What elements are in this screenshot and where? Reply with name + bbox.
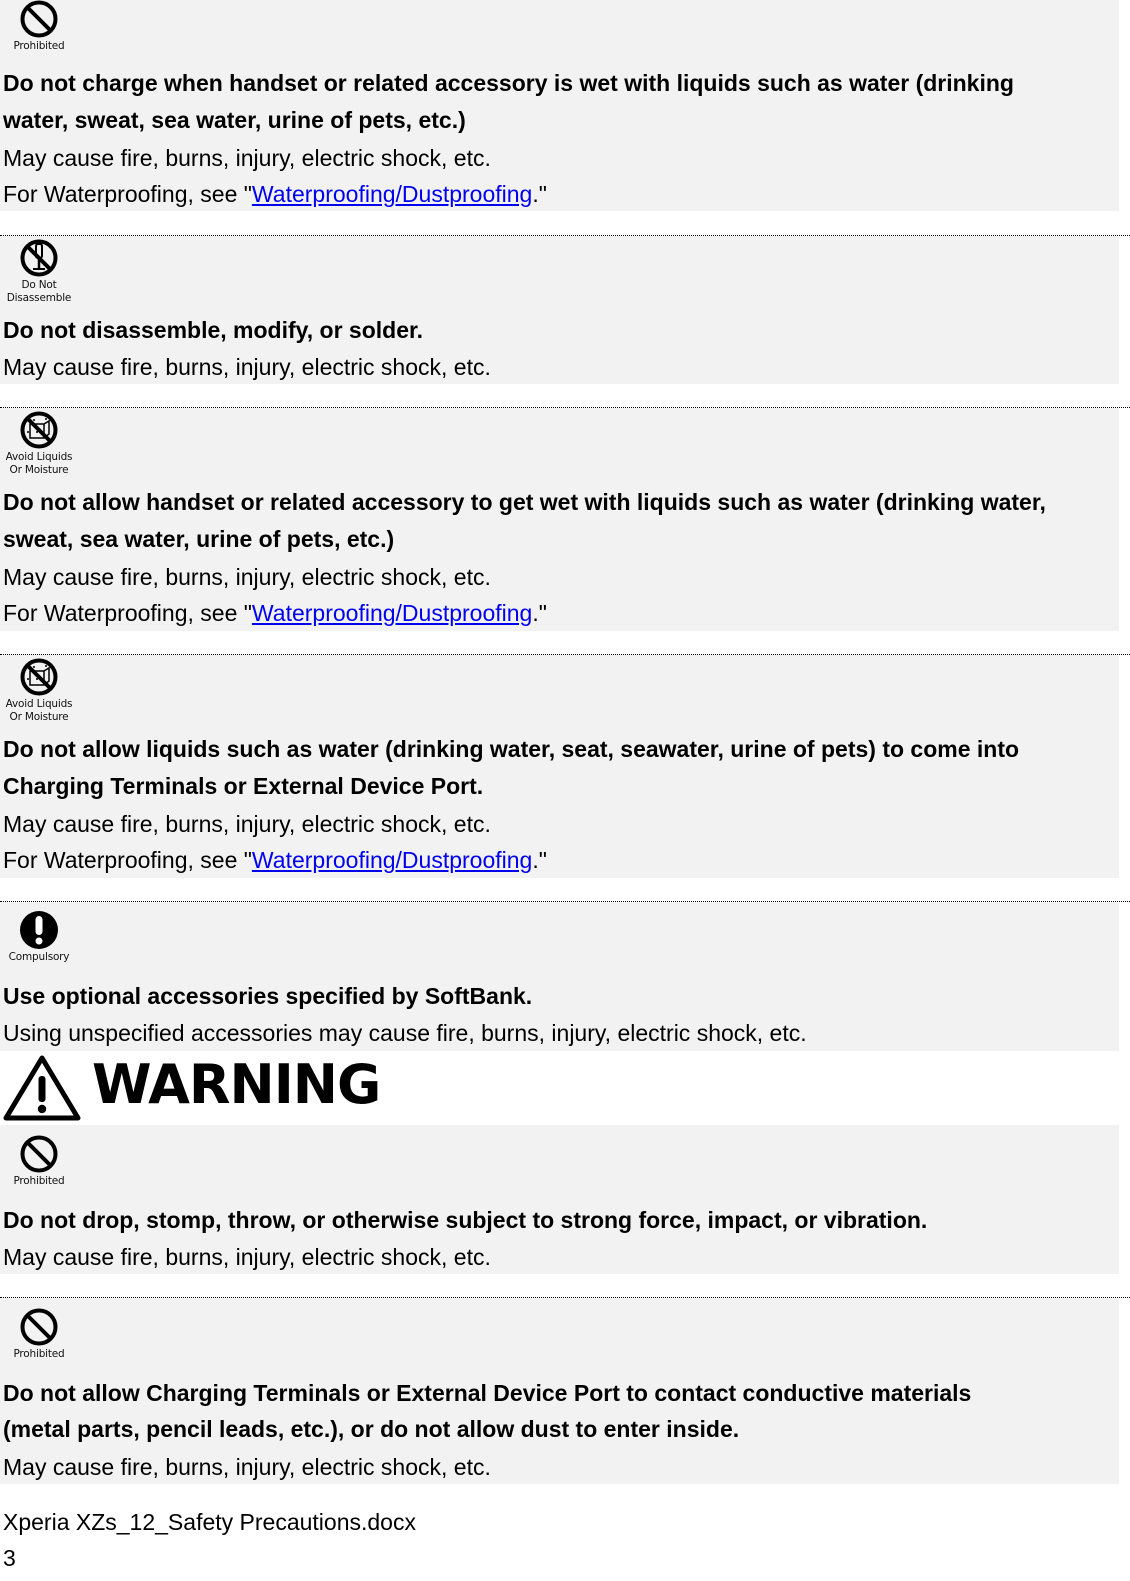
precaution-reference: For Waterproofing, see "Waterproofing/Du… bbox=[3, 595, 547, 632]
precaution-heading: sweat, sea water, urine of pets, etc.) bbox=[3, 526, 395, 552]
avoid-liquids-icon-group: Avoid Liquids Or Moisture bbox=[4, 657, 74, 724]
precaution-reference: For Waterproofing, see "Waterproofing/Du… bbox=[3, 176, 547, 213]
avoid-liquids-icon-group: Avoid Liquids Or Moisture bbox=[4, 410, 74, 477]
waterproofing-link[interactable]: Waterproofing/Dustproofing bbox=[252, 847, 532, 873]
precaution-heading: Do not charge when handset or related ac… bbox=[3, 70, 1014, 96]
precaution-body: May cause fire, burns, injury, electric … bbox=[3, 1244, 491, 1270]
precaution-heading: Do not disassemble, modify, or solder. bbox=[3, 317, 424, 343]
precaution-body: May cause fire, burns, injury, electric … bbox=[3, 354, 491, 380]
icon-label: Avoid Liquids bbox=[5, 698, 73, 710]
compulsory-icon bbox=[20, 911, 58, 949]
waterproofing-link[interactable]: Waterproofing/Dustproofing bbox=[252, 600, 532, 626]
warning-title: WARNING bbox=[92, 1053, 381, 1116]
precaution-body: Using unspecified accessories may cause … bbox=[3, 1020, 807, 1046]
precaution-body: May cause fire, burns, injury, electric … bbox=[3, 1454, 491, 1480]
reference-prefix: For Waterproofing, see " bbox=[3, 181, 252, 207]
precaution-body: May cause fire, burns, injury, electric … bbox=[3, 145, 491, 171]
prohibited-icon bbox=[20, 1308, 58, 1346]
icon-label: Or Moisture bbox=[9, 711, 69, 723]
icon-label: Prohibited bbox=[13, 1348, 65, 1360]
icon-label: Or Moisture bbox=[9, 464, 69, 476]
document-filename: Xperia XZs_12_Safety Precautions.docx bbox=[3, 1509, 416, 1535]
prohibited-icon bbox=[20, 1135, 58, 1173]
reference-suffix: ." bbox=[532, 181, 547, 207]
precaution-heading: Do not allow Charging Terminals or Exter… bbox=[3, 1380, 972, 1406]
icon-label: Compulsory bbox=[8, 951, 70, 963]
precaution-heading: Do not allow liquids such as water (drin… bbox=[3, 736, 1020, 762]
icon-label: Prohibited bbox=[13, 1175, 65, 1187]
prohibited-icon-group: Prohibited bbox=[4, 1307, 74, 1361]
precaution-heading: Charging Terminals or External Device Po… bbox=[3, 773, 484, 799]
avoid-liquids-icon bbox=[20, 411, 58, 449]
reference-prefix: For Waterproofing, see " bbox=[3, 847, 252, 873]
precaution-heading: (metal parts, pencil leads, etc.), or do… bbox=[3, 1416, 740, 1442]
icon-label: Prohibited bbox=[13, 40, 65, 52]
page-number: 3 bbox=[3, 1545, 16, 1571]
precaution-body: May cause fire, burns, injury, electric … bbox=[3, 811, 491, 837]
prohibited-icon-group: Prohibited bbox=[4, 0, 74, 53]
precaution-reference: For Waterproofing, see "Waterproofing/Du… bbox=[3, 842, 547, 879]
reference-suffix: ." bbox=[532, 600, 547, 626]
icon-label: Avoid Liquids bbox=[5, 451, 73, 463]
icon-label: Do Not bbox=[21, 279, 57, 291]
reference-prefix: For Waterproofing, see " bbox=[3, 600, 252, 626]
precaution-body: May cause fire, burns, injury, electric … bbox=[3, 564, 491, 590]
prohibited-icon bbox=[20, 0, 58, 38]
prohibited-icon-group: Prohibited bbox=[4, 1134, 74, 1188]
avoid-liquids-icon bbox=[20, 658, 58, 696]
precaution-heading: Use optional accessories specified by So… bbox=[3, 983, 533, 1009]
do-not-disassemble-icon bbox=[20, 239, 58, 277]
precaution-heading: Do not allow handset or related accessor… bbox=[3, 489, 1046, 515]
precaution-heading: water, sweat, sea water, urine of pets, … bbox=[3, 107, 466, 133]
warning-triangle-icon bbox=[3, 1055, 81, 1121]
reference-suffix: ." bbox=[532, 847, 547, 873]
waterproofing-link[interactable]: Waterproofing/Dustproofing bbox=[252, 181, 532, 207]
warning-heading: WARNING bbox=[0, 1052, 1130, 1124]
icon-label: Disassemble bbox=[6, 292, 72, 304]
do-not-disassemble-icon-group: Do Not Disassemble bbox=[4, 238, 74, 305]
compulsory-icon-group: Compulsory bbox=[4, 910, 74, 964]
precaution-heading: Do not drop, stomp, throw, or otherwise … bbox=[3, 1207, 928, 1233]
